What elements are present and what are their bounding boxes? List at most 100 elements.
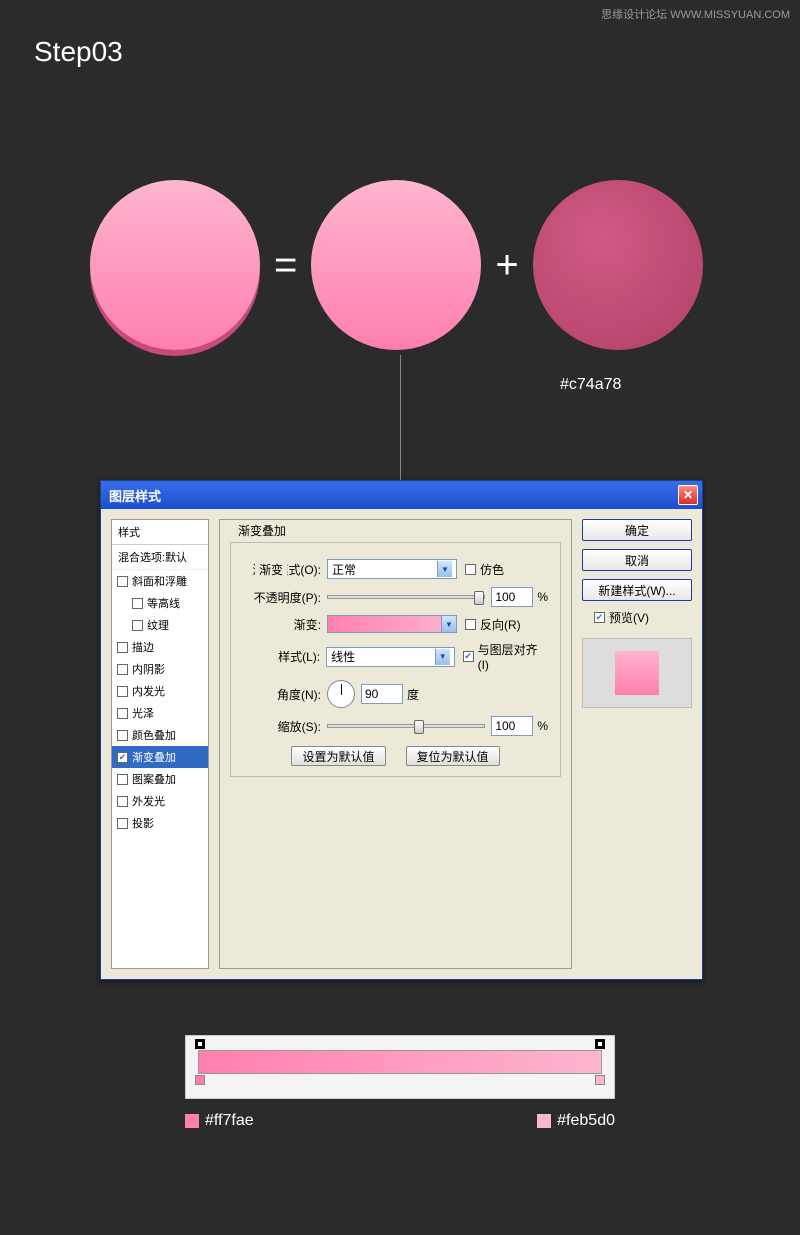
reverse-checkbox[interactable]: 反向(R) bbox=[465, 616, 521, 633]
preview-zone bbox=[582, 638, 692, 708]
style-item-1[interactable]: 等高线 bbox=[112, 592, 208, 614]
angle-unit: 度 bbox=[407, 686, 419, 703]
style-item-0[interactable]: 斜面和浮雕 bbox=[112, 570, 208, 592]
checkbox-icon: ✔ bbox=[463, 651, 474, 662]
hex-right-value: #feb5d0 bbox=[557, 1112, 615, 1130]
settings-panel: 渐变叠加 渐变 混合模式(O): 正常 ▼ 仿色 不透明度(P): bbox=[219, 519, 572, 969]
checkbox-icon bbox=[132, 620, 143, 631]
opacity-stop-right[interactable] bbox=[595, 1039, 605, 1049]
checkbox-icon bbox=[117, 642, 128, 653]
styles-list-panel: 样式 混合选项:默认 斜面和浮雕等高线纹理描边内阴影内发光光泽颜色叠加 ✔渐变叠加… bbox=[111, 519, 209, 969]
base-circle-hex: #c74a78 bbox=[560, 376, 621, 394]
watermark-text: 思缘设计论坛 WWW.MISSYUAN.COM bbox=[601, 6, 790, 22]
set-default-button[interactable]: 设置为默认值 bbox=[291, 746, 385, 766]
checkbox-icon: ✔ bbox=[594, 612, 605, 623]
opacity-slider[interactable] bbox=[327, 595, 485, 599]
gradient-editor bbox=[185, 1035, 615, 1099]
color-stop-left[interactable] bbox=[195, 1075, 205, 1085]
style-item-label: 描边 bbox=[132, 639, 154, 655]
style-item-3[interactable]: 描边 bbox=[112, 636, 208, 658]
ok-button[interactable]: 确定 bbox=[582, 519, 692, 541]
plus-sign: + bbox=[495, 243, 518, 288]
hex-left-value: #ff7fae bbox=[205, 1112, 254, 1130]
style-select[interactable]: 线性 ▼ bbox=[326, 647, 455, 667]
style-item-10[interactable]: 外发光 bbox=[112, 790, 208, 812]
chevron-down-icon: ▼ bbox=[441, 616, 456, 632]
style-item-4[interactable]: 内阴影 bbox=[112, 658, 208, 680]
gradient-bar[interactable] bbox=[198, 1050, 602, 1074]
style-item-label: 渐变叠加 bbox=[132, 749, 176, 765]
style-value: 线性 bbox=[331, 648, 355, 665]
style-item-5[interactable]: 内发光 bbox=[112, 680, 208, 702]
hex-left: #ff7fae bbox=[185, 1112, 254, 1130]
base-circle bbox=[533, 180, 703, 350]
dither-checkbox[interactable]: 仿色 bbox=[465, 561, 504, 578]
preview-checkbox[interactable]: ✔ 预览(V) bbox=[594, 609, 692, 626]
swatch-right bbox=[537, 1114, 551, 1128]
checkbox-icon bbox=[117, 796, 128, 807]
blend-mode-value: 正常 bbox=[332, 561, 356, 578]
close-button[interactable]: ✕ bbox=[678, 485, 698, 505]
style-item-label: 光泽 bbox=[132, 705, 154, 721]
style-item-label: 图案叠加 bbox=[132, 771, 176, 787]
dialog-title: 图层样式 bbox=[109, 486, 161, 505]
blend-options-item[interactable]: 混合选项:默认 bbox=[112, 545, 208, 570]
style-item-label: 颜色叠加 bbox=[132, 727, 176, 743]
layer-style-dialog: 图层样式 ✕ 样式 混合选项:默认 斜面和浮雕等高线纹理描边内阴影内发光光泽颜色… bbox=[100, 480, 703, 980]
gradient-label: 渐变: bbox=[243, 616, 321, 633]
opacity-input[interactable]: 100 bbox=[491, 587, 533, 607]
angle-input[interactable]: 90 bbox=[361, 684, 403, 704]
style-item-9[interactable]: 图案叠加 bbox=[112, 768, 208, 790]
checkbox-icon bbox=[117, 664, 128, 675]
preview-swatch bbox=[615, 651, 659, 695]
style-item-label: 外发光 bbox=[132, 793, 165, 809]
dialog-titlebar[interactable]: 图层样式 ✕ bbox=[101, 481, 702, 509]
checkbox-icon bbox=[117, 774, 128, 785]
style-item-7[interactable]: 颜色叠加 bbox=[112, 724, 208, 746]
style-item-2[interactable]: 纹理 bbox=[112, 614, 208, 636]
connector-line bbox=[400, 355, 401, 480]
opacity-stop-left[interactable] bbox=[195, 1039, 205, 1049]
align-label: 与图层对齐(I) bbox=[478, 641, 548, 672]
opacity-unit: % bbox=[537, 590, 548, 604]
scale-label: 缩放(S): bbox=[243, 718, 321, 735]
checkbox-icon bbox=[117, 818, 128, 829]
checkbox-icon bbox=[117, 686, 128, 697]
style-item-label: 纹理 bbox=[147, 617, 169, 633]
close-icon: ✕ bbox=[683, 488, 693, 502]
align-checkbox[interactable]: ✔ 与图层对齐(I) bbox=[463, 641, 548, 672]
cancel-button[interactable]: 取消 bbox=[582, 549, 692, 571]
swatch-left bbox=[185, 1114, 199, 1128]
gradient-picker[interactable]: ▼ bbox=[327, 615, 457, 633]
new-style-button[interactable]: 新建样式(W)... bbox=[582, 579, 692, 601]
circle-equation: = + bbox=[90, 180, 703, 350]
checkbox-icon bbox=[117, 576, 128, 587]
right-button-panel: 确定 取消 新建样式(W)... ✔ 预览(V) bbox=[582, 519, 692, 969]
style-item-6[interactable]: 光泽 bbox=[112, 702, 208, 724]
section-title: 渐变叠加 bbox=[234, 522, 290, 539]
color-stop-right[interactable] bbox=[595, 1075, 605, 1085]
scale-slider[interactable] bbox=[327, 724, 485, 728]
preview-label: 预览(V) bbox=[609, 609, 649, 626]
style-label: 样式(L): bbox=[243, 648, 320, 665]
gradient-hex-row: #ff7fae #feb5d0 bbox=[185, 1112, 615, 1130]
style-item-label: 投影 bbox=[132, 815, 154, 831]
chevron-down-icon: ▼ bbox=[435, 649, 450, 665]
checkbox-icon bbox=[117, 730, 128, 741]
angle-dial[interactable] bbox=[327, 680, 355, 708]
blend-mode-select[interactable]: 正常 ▼ bbox=[327, 559, 457, 579]
style-item-11[interactable]: 投影 bbox=[112, 812, 208, 834]
opacity-label: 不透明度(P): bbox=[243, 589, 321, 606]
subsection-title: 渐变 bbox=[255, 561, 287, 578]
checkbox-icon bbox=[465, 619, 476, 630]
reset-default-button[interactable]: 复位为默认值 bbox=[406, 746, 500, 766]
checkbox-icon bbox=[117, 708, 128, 719]
style-item-8[interactable]: ✔渐变叠加 bbox=[112, 746, 208, 768]
result-circle bbox=[90, 180, 260, 350]
step-title: Step03 bbox=[34, 36, 123, 68]
scale-unit: % bbox=[537, 719, 548, 733]
style-item-label: 斜面和浮雕 bbox=[132, 573, 187, 589]
styles-header[interactable]: 样式 bbox=[112, 520, 208, 545]
scale-input[interactable]: 100 bbox=[491, 716, 533, 736]
angle-label: 角度(N): bbox=[243, 686, 321, 703]
